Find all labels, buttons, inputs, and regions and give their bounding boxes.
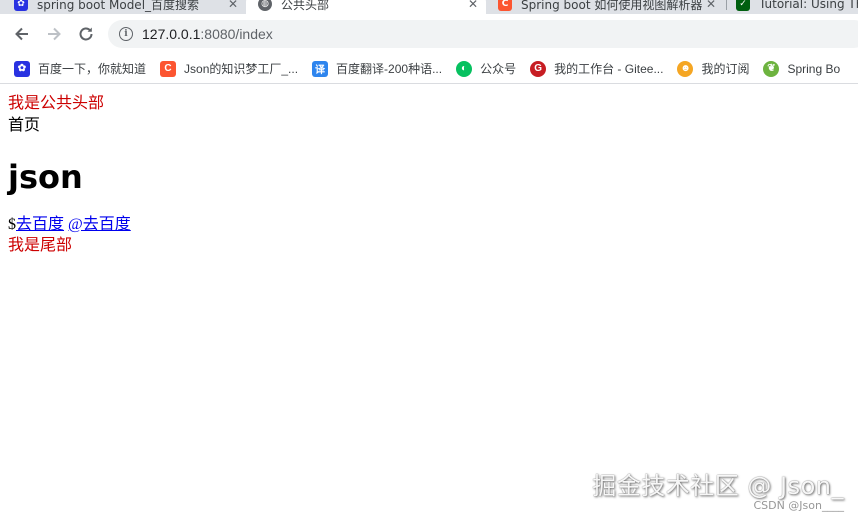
- bookmark-label: 我的订阅: [701, 62, 750, 76]
- footer-text: 我是尾部: [8, 237, 73, 254]
- bookmark-label: Spring Bo: [787, 61, 841, 76]
- page-content: 我是公共头部 首页 json $去百度 @去百度 我是尾部: [8, 93, 848, 257]
- bookmark-wechat[interactable]: ◐ 公众号: [456, 57, 516, 81]
- bookmarks-bar: ✿ 百度一下，你就知道 C Json的知识梦工厂_... 译 百度翻译-200种…: [0, 54, 858, 84]
- site-info-icon[interactable]: i: [119, 27, 133, 41]
- bookmark-label: 百度翻译-200种语...: [336, 62, 443, 76]
- url-path: :8080/index: [200, 26, 273, 42]
- bookmark-label: 百度一下，你就知道: [38, 62, 147, 76]
- tab-baidu-search[interactable]: ✿ spring boot Model_百度搜索 ✕: [14, 0, 246, 14]
- bookmark-baidu[interactable]: ✿ 百度一下，你就知道: [14, 57, 146, 81]
- wechat-icon: ◐: [456, 60, 473, 77]
- bookmark-baidu-translate[interactable]: 译 百度翻译-200种语...: [312, 57, 442, 81]
- gitee-icon: G: [530, 60, 547, 77]
- translate-icon: 译: [312, 60, 329, 77]
- globe-icon: ◍: [258, 0, 272, 11]
- close-icon[interactable]: ✕: [706, 0, 716, 11]
- tab-title: Tutorial: Using Th: [759, 0, 858, 11]
- csdn-c-icon: C: [498, 0, 512, 11]
- tab-separator: [726, 0, 727, 10]
- browser-toolbar: i 127.0.0.1:8080/index: [0, 14, 858, 54]
- url-host: 127.0.0.1: [142, 26, 201, 42]
- spring-leaf-icon: ❦: [763, 60, 780, 77]
- bookmark-label: Json的知识梦工厂_...: [184, 62, 299, 76]
- subscription-icon: ☻: [677, 60, 694, 77]
- tab-strip: ✿ spring boot Model_百度搜索 ✕ ◍ 公共头部 ✕ C Sp…: [0, 0, 858, 14]
- tab-title: spring boot Model_百度搜索: [37, 0, 200, 12]
- home-text: 首页: [8, 117, 41, 134]
- forward-button[interactable]: [42, 22, 66, 46]
- bookmark-spring[interactable]: ❦ Spring Bo: [763, 57, 840, 81]
- tab-title: 公共头部: [281, 0, 330, 12]
- tab-csdn-article[interactable]: C Spring boot 如何使用视图解析器 ✕: [498, 0, 724, 14]
- address-bar[interactable]: i 127.0.0.1:8080/index: [108, 20, 858, 48]
- csdn-c-icon: C: [160, 60, 177, 77]
- baidu-paw-icon: ✿: [14, 0, 28, 11]
- reload-button[interactable]: [74, 22, 98, 46]
- page-heading: json: [8, 158, 83, 196]
- bookmark-gitee[interactable]: G 我的工作台 - Gitee...: [530, 57, 663, 81]
- back-button[interactable]: [10, 22, 34, 46]
- baidu-link-1[interactable]: 去百度: [16, 216, 64, 233]
- common-header-text: 我是公共头部: [8, 95, 105, 112]
- url-text: 127.0.0.1:8080/index: [142, 26, 273, 42]
- link-prefix: $: [8, 216, 16, 233]
- bookmark-label: 公众号: [480, 62, 517, 76]
- tab-public-header[interactable]: ◍ 公共头部 ✕: [246, 0, 486, 14]
- thymeleaf-leaf-icon: ✓: [736, 0, 750, 11]
- reload-icon: [79, 27, 93, 41]
- back-arrow-icon: [15, 27, 28, 41]
- tab-thymeleaf-tutorial[interactable]: ✓ Tutorial: Using Th: [736, 0, 858, 14]
- forward-arrow-icon: [48, 27, 61, 41]
- bookmark-label: 我的工作台 - Gitee...: [554, 62, 664, 76]
- juejin-watermark: 掘金技术社区 @ Json_: [592, 472, 844, 500]
- csdn-watermark: CSDN @Json____: [753, 499, 844, 512]
- close-icon[interactable]: ✕: [468, 0, 478, 11]
- tab-title: Spring boot 如何使用视图解析器: [521, 0, 703, 12]
- bookmark-json-csdn[interactable]: C Json的知识梦工厂_...: [160, 57, 298, 81]
- baidu-paw-icon: ✿: [14, 60, 30, 77]
- bookmark-subscription[interactable]: ☻ 我的订阅: [677, 57, 749, 81]
- links-line: $去百度 @去百度: [8, 215, 848, 235]
- baidu-link-2[interactable]: @去百度: [68, 216, 131, 233]
- close-icon[interactable]: ✕: [228, 0, 238, 11]
